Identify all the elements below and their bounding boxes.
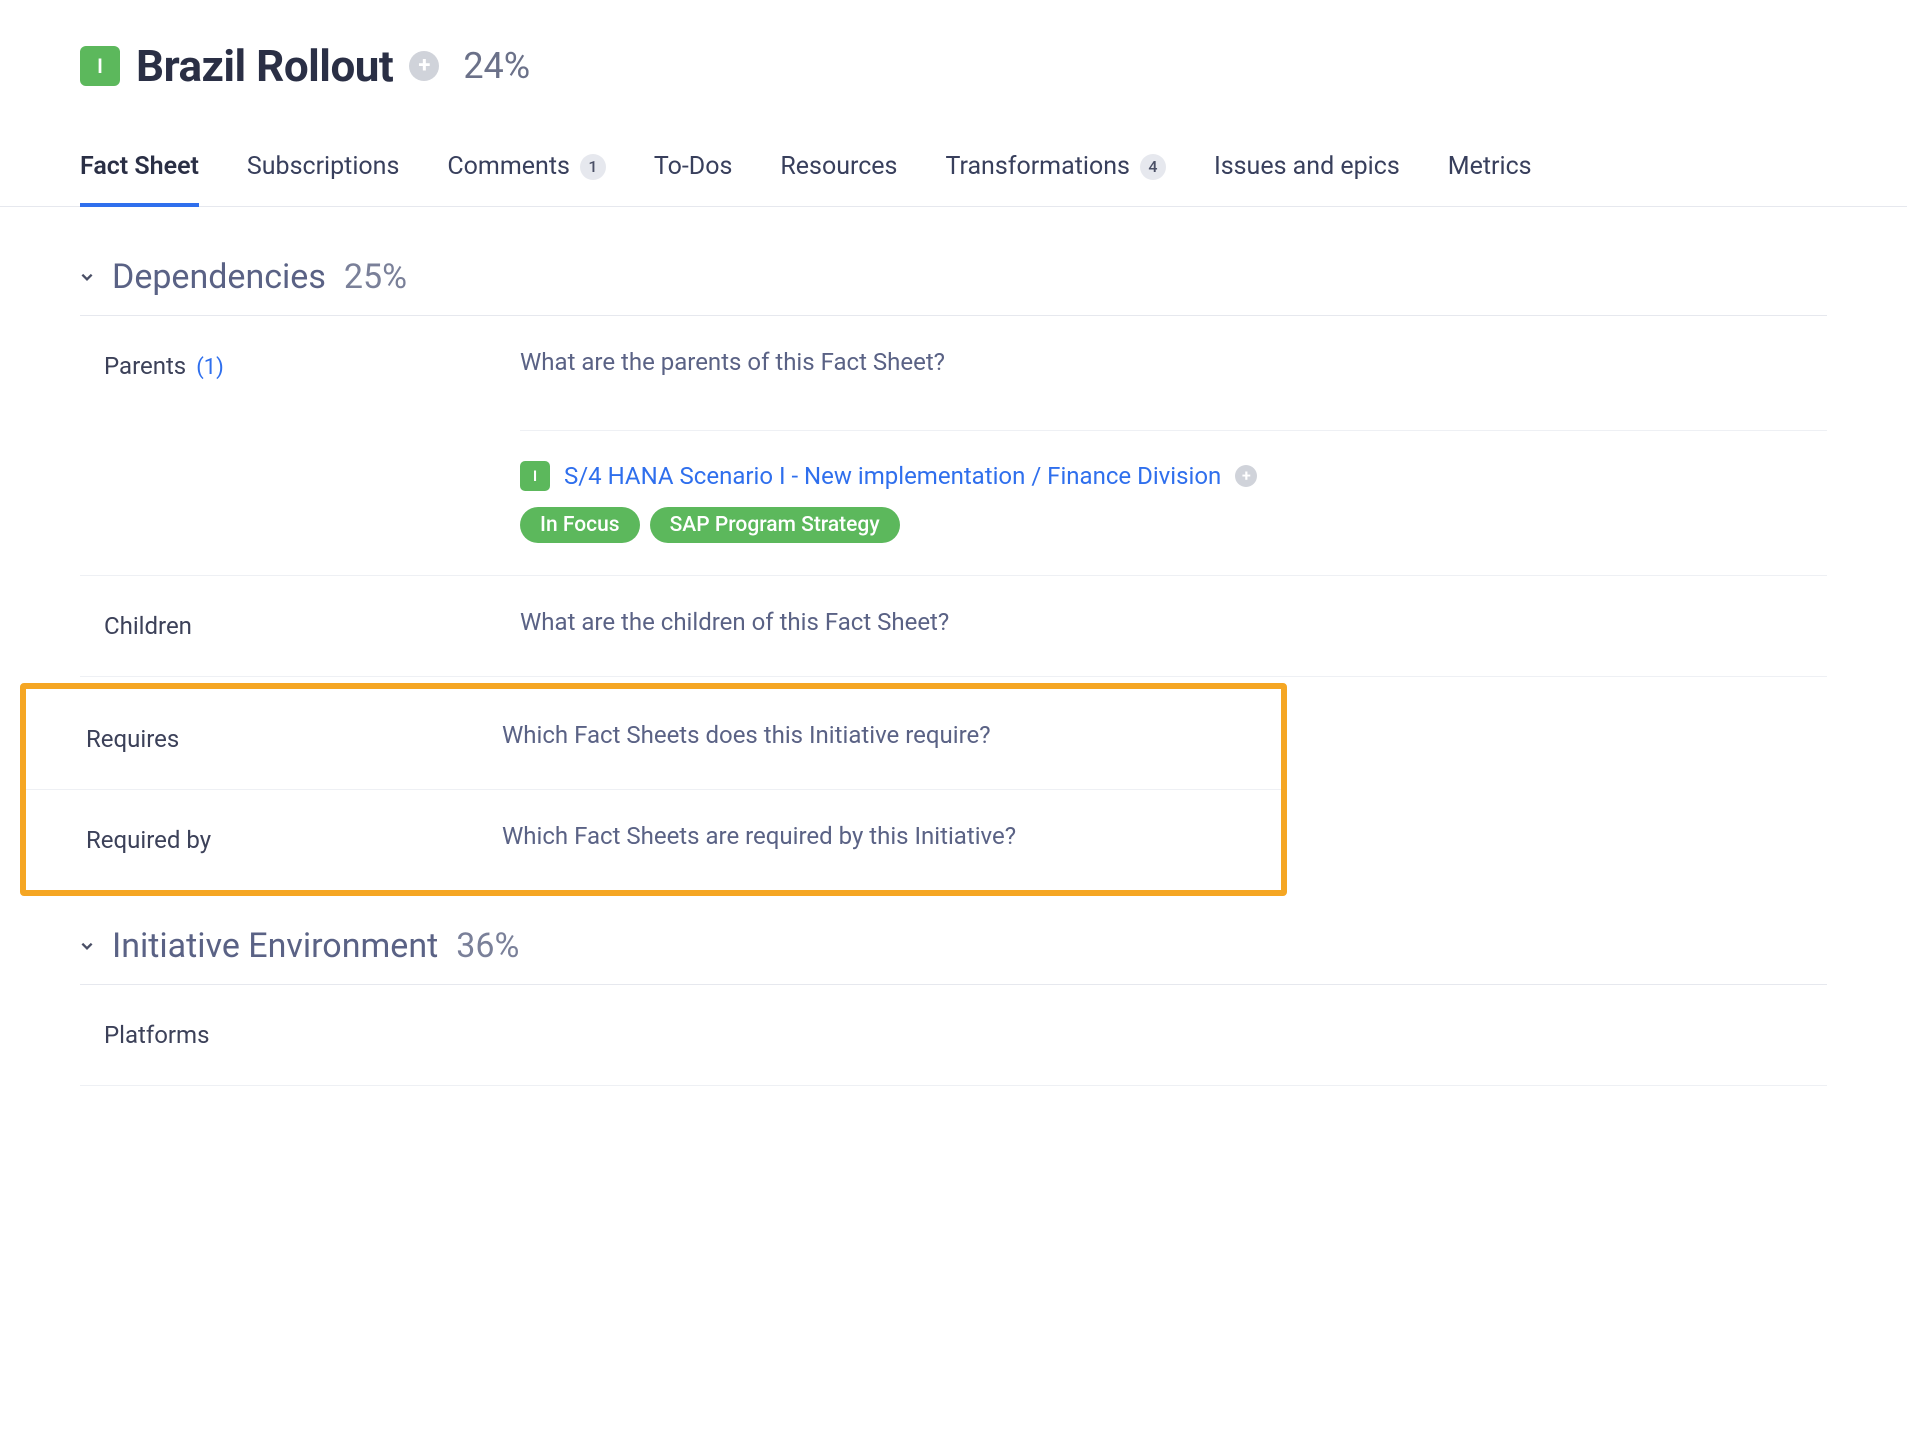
add-relation-button[interactable]: + — [1235, 465, 1257, 487]
highlight-requires-box: Requires Which Fact Sheets does this Ini… — [20, 683, 1287, 896]
row-requires: Requires Which Fact Sheets does this Ini… — [26, 689, 1281, 790]
section-percent: 36% — [456, 926, 519, 966]
completion-percent: 24% — [463, 45, 530, 87]
tag-sap-program-strategy[interactable]: SAP Program Strategy — [650, 507, 900, 543]
tab-label: Subscriptions — [247, 152, 399, 181]
tab-transformations[interactable]: Transformations 4 — [945, 152, 1165, 207]
requires-placeholder[interactable]: Which Fact Sheets does this Initiative r… — [502, 721, 1281, 749]
row-label: Platforms — [104, 1021, 209, 1049]
tab-label: Resources — [780, 152, 897, 181]
tag-in-focus[interactable]: In Focus — [520, 507, 640, 543]
tab-badge: 1 — [580, 154, 606, 180]
row-platforms[interactable]: Platforms — [80, 985, 1827, 1086]
children-placeholder[interactable]: What are the children of this Fact Sheet… — [520, 608, 1827, 636]
chevron-down-icon — [80, 939, 94, 953]
parent-link[interactable]: S/4 HANA Scenario I - New implementation… — [564, 462, 1221, 490]
add-tag-button[interactable]: + — [409, 51, 439, 81]
tab-resources[interactable]: Resources — [780, 152, 897, 207]
required-by-placeholder[interactable]: Which Fact Sheets are required by this I… — [502, 822, 1281, 850]
initiative-type-badge: I — [520, 461, 550, 491]
section-header-initiative-environment[interactable]: Initiative Environment 36% — [80, 926, 1827, 985]
tab-label: Transformations — [945, 152, 1129, 181]
section-header-dependencies[interactable]: Dependencies 25% — [80, 257, 1827, 316]
row-children: Children What are the children of this F… — [80, 576, 1827, 677]
section-title: Initiative Environment — [112, 926, 438, 966]
tab-todos[interactable]: To-Dos — [654, 152, 732, 207]
tab-metrics[interactable]: Metrics — [1448, 152, 1532, 207]
tab-label: Metrics — [1448, 152, 1532, 181]
parents-placeholder[interactable]: What are the parents of this Fact Sheet? — [520, 348, 1827, 376]
tab-label: Comments — [447, 152, 570, 181]
tab-comments[interactable]: Comments 1 — [447, 152, 606, 207]
tab-fact-sheet[interactable]: Fact Sheet — [80, 152, 199, 207]
row-label: Children — [104, 612, 192, 640]
page-title: Brazil Rollout — [136, 40, 393, 92]
row-label: Parents — [104, 352, 186, 380]
section-percent: 25% — [344, 257, 407, 297]
row-count[interactable]: (1) — [196, 355, 224, 380]
tabs-bar: Fact Sheet Subscriptions Comments 1 To-D… — [0, 152, 1907, 207]
row-label: Required by — [86, 826, 211, 854]
chevron-down-icon — [80, 270, 94, 284]
tab-subscriptions[interactable]: Subscriptions — [247, 152, 399, 207]
row-label: Requires — [86, 725, 179, 753]
tab-label: To-Dos — [654, 152, 732, 181]
section-title: Dependencies — [112, 257, 326, 297]
initiative-type-badge: I — [80, 46, 120, 86]
tab-issues-epics[interactable]: Issues and epics — [1214, 152, 1400, 207]
tab-badge: 4 — [1140, 154, 1166, 180]
row-parents: Parents (1) What are the parents of this… — [80, 316, 1827, 576]
tab-label: Issues and epics — [1214, 152, 1400, 181]
row-required-by: Required by Which Fact Sheets are requir… — [26, 790, 1281, 890]
tab-label: Fact Sheet — [80, 152, 199, 181]
